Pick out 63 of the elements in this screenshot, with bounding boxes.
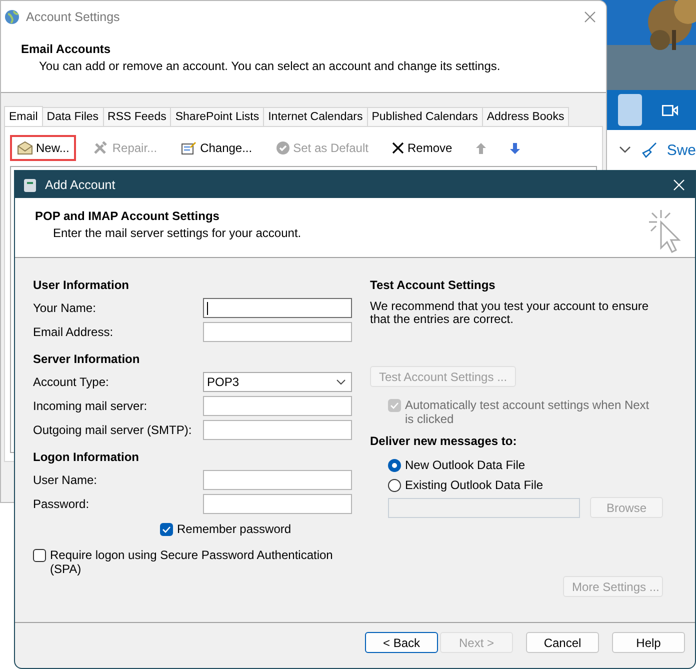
input-field[interactable] [203, 298, 352, 318]
checkbox-label: Require logon using Secure Password Authentication (SPA) [50, 548, 333, 576]
tab[interactable]: Internet Calendars [263, 107, 368, 126]
field-label: Password: [33, 497, 90, 511]
tab[interactable]: Address Books [482, 107, 570, 126]
field-label: User Name: [33, 473, 98, 487]
check-circle-icon [276, 141, 290, 155]
tab[interactable]: Email [4, 106, 43, 126]
dialog-title: Add Account [45, 178, 116, 192]
description-text: We recommend that you test your account to ensure that the entries are correct. [370, 300, 650, 326]
video-icon[interactable] [662, 104, 678, 116]
checkbox[interactable] [33, 549, 46, 562]
globe-icon [4, 9, 20, 25]
dialog-button[interactable]: Cancel [526, 632, 599, 653]
chevron-down-icon [336, 379, 346, 385]
window-title: Account Settings [26, 10, 121, 24]
toolbar-label[interactable]: Swe [666, 142, 696, 158]
field-label: Email Address: [33, 325, 114, 339]
radio-label: New Outlook Data File [405, 458, 526, 472]
section-title: Server Information [33, 351, 141, 368]
broom-icon[interactable] [640, 142, 657, 158]
section-title: User Information [33, 277, 130, 294]
radio-button[interactable] [388, 479, 401, 492]
dropdown-value: POP3 [207, 375, 240, 389]
header-subtitle: You can add or remove an account. You can select an account and change its settings. [38, 58, 502, 75]
header-subtitle: Enter the mail server settings for your account. [52, 225, 302, 242]
radio-button[interactable] [388, 459, 401, 472]
mailbox-icon [23, 176, 37, 192]
close-icon [392, 142, 404, 154]
chevron-down-icon[interactable] [618, 146, 631, 154]
toolbar-button[interactable]: Change... [174, 135, 260, 161]
radio-label: Existing Outlook Data File [405, 478, 544, 492]
field-label: Outgoing mail server (SMTP): [33, 423, 192, 437]
tools-icon [93, 141, 110, 155]
section-title: Deliver new messages to: [370, 433, 518, 450]
field-label: Incoming mail server: [33, 399, 148, 413]
tab[interactable]: Data Files [42, 107, 104, 126]
checkbox-label: Remember password [177, 522, 292, 536]
field-label: Account Type: [33, 375, 109, 389]
document-edit-icon [181, 141, 198, 155]
toolbar-button[interactable]: Remove [385, 135, 460, 161]
dropdown[interactable]: POP3 [203, 372, 352, 392]
envelope-icon [17, 141, 33, 155]
toolbar-button[interactable]: New... [10, 135, 76, 161]
dialog-button[interactable]: < Back [365, 632, 438, 653]
header-title: Email Accounts [21, 41, 112, 57]
checkbox[interactable] [160, 523, 173, 536]
input-field[interactable] [203, 420, 352, 440]
tab[interactable]: RSS Feeds [102, 107, 172, 126]
section-title: Logon Information [33, 449, 140, 466]
header-title: POP and IMAP Account Settings [35, 208, 220, 224]
input-field[interactable] [203, 494, 352, 514]
tab[interactable]: SharePoint Lists [170, 107, 264, 126]
up-arrow-icon [476, 142, 486, 154]
checkbox-label: Automatically test account settings when Next is clicked [405, 398, 650, 426]
input-field[interactable] [203, 322, 352, 342]
dialog-button[interactable]: Help [612, 632, 685, 653]
down-arrow-icon [510, 142, 520, 154]
input-field[interactable] [203, 470, 352, 490]
input-field[interactable] [203, 396, 352, 416]
field-label: Your Name: [33, 301, 96, 315]
tab[interactable]: Published Calendars [366, 107, 483, 126]
section-title: Test Account Settings [370, 277, 496, 294]
